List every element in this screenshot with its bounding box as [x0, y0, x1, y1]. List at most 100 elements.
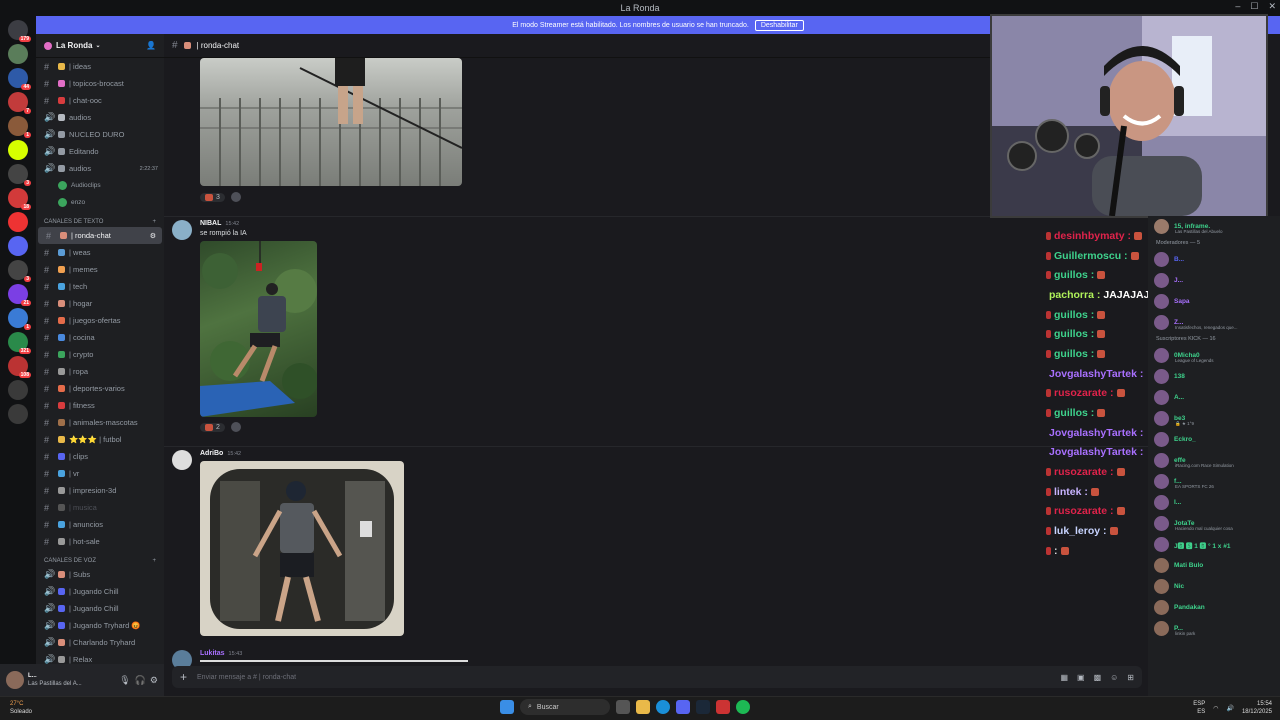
- server-icon[interactable]: 21: [8, 284, 31, 306]
- text-channels-category[interactable]: CANALES DE TEXTO +: [36, 211, 164, 227]
- server-icon[interactable]: [8, 212, 28, 232]
- message-composer[interactable]: + Enviar mensaje a # | ronda-chat ▦ ▣ ▩ …: [172, 666, 1142, 688]
- server-icon[interactable]: 321: [8, 332, 31, 354]
- volume-icon[interactable]: 🔊: [1226, 705, 1233, 712]
- clock[interactable]: 15:54 18/12/2025: [1242, 700, 1272, 716]
- author-name[interactable]: AdriBo: [200, 450, 223, 457]
- message-image[interactable]: [200, 660, 468, 662]
- member-item[interactable]: 15, inframe. Las Pastillas del Abuelo: [1148, 216, 1280, 237]
- author-name[interactable]: Lukitas: [200, 650, 225, 657]
- voice-channel-item[interactable]: 🔊 NUCLEO DURO: [36, 126, 164, 143]
- add-reaction-icon[interactable]: [230, 192, 241, 202]
- member-item[interactable]: B...: [1148, 249, 1280, 270]
- voice-user[interactable]: Audioclips: [36, 177, 164, 194]
- channel-item[interactable]: # | crypto: [36, 346, 164, 363]
- gear-icon[interactable]: ⚙: [150, 675, 158, 686]
- avatar[interactable]: [172, 450, 192, 470]
- close-button[interactable]: ✕: [1268, 1, 1276, 12]
- message-author[interactable]: Lukitas 15:43: [200, 650, 242, 657]
- search-box[interactable]: ⌕ Buscar: [520, 699, 610, 715]
- server-icon[interactable]: 3: [8, 260, 31, 282]
- channel-item[interactable]: # | chat-ooc: [36, 92, 164, 109]
- edge-icon[interactable]: [656, 700, 670, 714]
- avatar[interactable]: [6, 671, 24, 689]
- message-author[interactable]: AdriBo 15:42: [200, 450, 241, 457]
- language-indicator[interactable]: ESP ES: [1193, 700, 1205, 716]
- member-item[interactable]: 138: [1148, 366, 1280, 387]
- add-channel-icon[interactable]: +: [152, 558, 156, 564]
- weather-widget[interactable]: 27°C Soleado: [10, 700, 32, 716]
- voice-channel-item[interactable]: 🔊 audios: [36, 109, 164, 126]
- member-item[interactable]: Pandakan: [1148, 597, 1280, 618]
- minimize-button[interactable]: –: [1235, 1, 1240, 12]
- member-item[interactable]: be3 🔒 ★ 1°9: [1148, 408, 1280, 429]
- channel-item[interactable]: # | anuncios: [36, 516, 164, 533]
- message-image[interactable]: [200, 241, 317, 417]
- task-view-icon[interactable]: [616, 700, 630, 714]
- server-icon[interactable]: 44: [8, 68, 31, 90]
- member-item[interactable]: Z... Insatisfechos, renegados que...: [1148, 312, 1280, 333]
- server-icon[interactable]: 1: [8, 116, 31, 138]
- member-item[interactable]: Eckro_: [1148, 429, 1280, 450]
- voice-channel-item[interactable]: 🔊 | Relax: [36, 651, 164, 664]
- member-item[interactable]: I...: [1148, 492, 1280, 513]
- channel-item[interactable]: # | deportes-varios: [36, 380, 164, 397]
- channel-item[interactable]: # | animales-mascotas: [36, 414, 164, 431]
- message-image[interactable]: [200, 58, 462, 186]
- server-icon[interactable]: 3: [8, 164, 31, 186]
- member-item[interactable]: Mati Bulo: [1148, 555, 1280, 576]
- voice-channel-item[interactable]: 🔊 | Jugando Tryhard 😡: [36, 617, 164, 634]
- channel-item[interactable]: # | topicos-brocast: [36, 75, 164, 92]
- message-author[interactable]: NIBAL 15:42: [200, 220, 239, 227]
- member-item[interactable]: effe iRacing.com Race Simulation: [1148, 450, 1280, 471]
- channel-settings-icon[interactable]: ⚙: [150, 232, 156, 240]
- voice-channels-category[interactable]: Canales de voz +: [36, 550, 164, 566]
- wifi-icon[interactable]: ◠: [1213, 705, 1218, 712]
- channel-item[interactable]: # | vr: [36, 465, 164, 482]
- server-icon[interactable]: [8, 404, 28, 424]
- message-input[interactable]: Enviar mensaje a # | ronda-chat: [197, 674, 296, 681]
- gif-icon[interactable]: ▣: [1077, 673, 1085, 682]
- emoji-icon[interactable]: ☺: [1110, 673, 1118, 682]
- file-explorer-icon[interactable]: [636, 700, 650, 714]
- channel-item[interactable]: # | hot-sale: [36, 533, 164, 550]
- channel-item[interactable]: # | clips: [36, 448, 164, 465]
- server-icon[interactable]: [8, 140, 28, 160]
- member-item[interactable]: A...: [1148, 387, 1280, 408]
- add-channel-icon[interactable]: +: [152, 219, 156, 225]
- channel-item[interactable]: # | ronda-chat ⚙: [38, 227, 162, 244]
- voice-channel-item[interactable]: 🔊 Editando: [36, 143, 164, 160]
- avatar[interactable]: [172, 220, 192, 240]
- add-member-icon[interactable]: 👤: [146, 41, 156, 50]
- app-icon[interactable]: [716, 700, 730, 714]
- voice-channel-item[interactable]: 🔊 | Subs: [36, 566, 164, 583]
- member-item[interactable]: P... linkin park: [1148, 618, 1280, 639]
- channel-item[interactable]: # | weas: [36, 244, 164, 261]
- server-icon[interactable]: 108: [8, 356, 31, 378]
- message-image[interactable]: [200, 461, 404, 636]
- voice-channel-item[interactable]: 🔊 | Charlando Tryhard: [36, 634, 164, 651]
- channel-item[interactable]: # | ropa: [36, 363, 164, 380]
- channel-item[interactable]: # | ideas: [36, 58, 164, 75]
- maximize-button[interactable]: ☐: [1250, 1, 1258, 12]
- channel-item[interactable]: # | fitness: [36, 397, 164, 414]
- server-icon[interactable]: 179: [8, 20, 31, 42]
- start-icon[interactable]: [500, 700, 514, 714]
- reaction[interactable]: 2: [200, 422, 225, 432]
- add-reaction-icon[interactable]: [230, 422, 241, 432]
- channel-item[interactable]: # | tech: [36, 278, 164, 295]
- member-item[interactable]: J🅱 🆂 1 🅱 ° 1 x #1: [1148, 534, 1280, 555]
- voice-channel-item[interactable]: 🔊 audios 2:22:37: [36, 160, 164, 177]
- author-name[interactable]: NIBAL: [200, 220, 221, 227]
- add-attachment-icon[interactable]: +: [180, 670, 187, 684]
- server-header[interactable]: La Ronda ⌄ 👤: [36, 34, 164, 58]
- reaction[interactable]: 3: [200, 192, 225, 202]
- server-icon[interactable]: [8, 44, 28, 64]
- server-icon[interactable]: 7: [8, 92, 31, 114]
- microphone-icon[interactable]: 🎙: [119, 675, 130, 686]
- voice-user[interactable]: enzo: [36, 194, 164, 211]
- spotify-icon[interactable]: [736, 700, 750, 714]
- channel-item[interactable]: # ⭐⭐⭐ | futbol: [36, 431, 164, 448]
- voice-channel-item[interactable]: 🔊 | Jugando Chill: [36, 600, 164, 617]
- apps-icon[interactable]: ⊞: [1127, 673, 1134, 682]
